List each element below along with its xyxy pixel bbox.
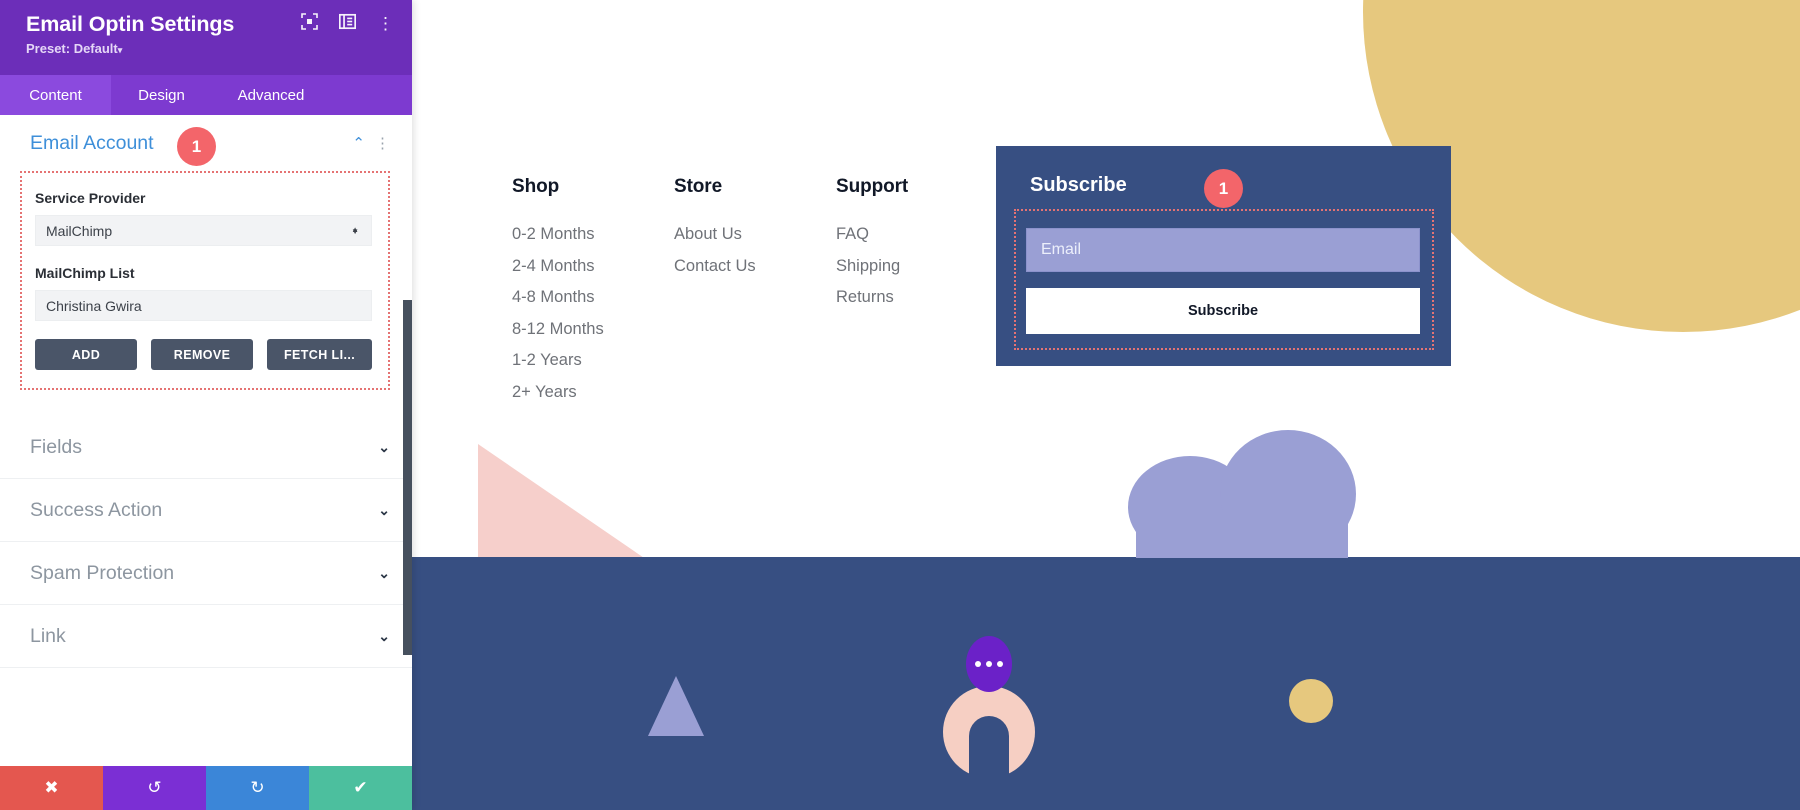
footer-column-heading: Support bbox=[836, 176, 909, 197]
mailchimp-list-label: MailChimp List bbox=[35, 265, 135, 281]
footer-link[interactable]: 8-12 Months bbox=[512, 314, 674, 346]
save-button[interactable]: ✔ bbox=[309, 766, 412, 810]
panel-scrollbar[interactable] bbox=[403, 300, 412, 655]
sidebar-section-link[interactable]: Link ⌄ bbox=[0, 605, 412, 668]
undo-button[interactable]: ↺ bbox=[103, 766, 206, 810]
decorative-cloud-shape bbox=[1128, 430, 1356, 558]
section-title: Fields bbox=[30, 435, 83, 458]
footer-link[interactable]: About Us bbox=[674, 219, 836, 251]
module-number-badge: 1 bbox=[1204, 169, 1243, 208]
footer-link-list: 0-2 Months 2-4 Months 4-8 Months 8-12 Mo… bbox=[512, 219, 674, 409]
footer-column-support: Support FAQ Shipping Returns bbox=[836, 176, 998, 409]
section-more-options-icon[interactable]: ⋮ bbox=[375, 134, 390, 152]
layout-icon[interactable] bbox=[338, 13, 357, 35]
section-title: Link bbox=[30, 624, 66, 647]
footer-background-band bbox=[410, 557, 1800, 810]
section-title: Email Account bbox=[30, 131, 154, 154]
service-provider-value: MailChimp bbox=[46, 222, 113, 239]
decorative-ellipsis-pill bbox=[966, 636, 1012, 692]
footer-link[interactable]: Shipping bbox=[836, 251, 998, 283]
footer-link-list: FAQ Shipping Returns bbox=[836, 219, 998, 314]
tab-content[interactable]: Content bbox=[0, 75, 111, 115]
select-stepper-icon: ▲ ▼ bbox=[351, 224, 359, 236]
chevron-down-icon: ⌄ bbox=[378, 627, 390, 644]
subscribe-submit-button[interactable]: Subscribe bbox=[1026, 288, 1420, 334]
module-settings-panel: Email Optin Settings Preset: Default▾ ⋮ … bbox=[0, 0, 412, 810]
section-title: Success Action bbox=[30, 498, 163, 521]
footer-column-heading: Store bbox=[674, 176, 723, 197]
decorative-small-yellow-circle bbox=[1289, 679, 1333, 723]
footer-link[interactable]: 1-2 Years bbox=[512, 345, 674, 377]
footer-column-heading: Shop bbox=[512, 176, 560, 197]
tab-design[interactable]: Design bbox=[111, 75, 212, 115]
cancel-button[interactable]: ✖ bbox=[0, 766, 103, 810]
footer-link-list: About Us Contact Us bbox=[674, 219, 836, 282]
service-provider-select[interactable]: MailChimp ▲ ▼ bbox=[35, 215, 372, 246]
footer-link[interactable]: 2-4 Months bbox=[512, 251, 674, 283]
section-title: Spam Protection bbox=[30, 561, 175, 584]
service-provider-label: Service Provider bbox=[35, 190, 146, 206]
footer-link[interactable]: 4-8 Months bbox=[512, 282, 674, 314]
chevron-down-icon: ▾ bbox=[117, 45, 123, 55]
chevron-up-icon[interactable]: ⌃ bbox=[352, 134, 365, 152]
settings-tabs: Content Design Advanced bbox=[0, 75, 412, 115]
footer-link[interactable]: 0-2 Months bbox=[512, 219, 674, 251]
panel-header-actions: ⋮ bbox=[301, 13, 394, 35]
more-options-icon[interactable]: ⋮ bbox=[377, 14, 394, 34]
section-number-badge: 1 bbox=[177, 127, 216, 166]
settings-panel-header: Email Optin Settings Preset: Default▾ ⋮ bbox=[0, 0, 412, 75]
screen: Shop 0-2 Months 2-4 Months 4-8 Months 8-… bbox=[0, 0, 1800, 810]
footer-link[interactable]: Returns bbox=[836, 282, 998, 314]
footer-column-shop: Shop 0-2 Months 2-4 Months 4-8 Months 8-… bbox=[512, 176, 674, 409]
settings-panel-footer: ✖ ↺ ↻ ✔ bbox=[0, 766, 412, 810]
settings-panel-body: Email Account ⌃ ⋮ Service Provider MailC… bbox=[0, 115, 412, 810]
fetch-lists-button[interactable]: FETCH LI... bbox=[267, 339, 372, 370]
tab-advanced[interactable]: Advanced bbox=[212, 75, 330, 115]
footer-link[interactable]: FAQ bbox=[836, 219, 998, 251]
footer-link[interactable]: 2+ Years bbox=[512, 377, 674, 409]
expand-icon[interactable] bbox=[301, 13, 318, 35]
chevron-down-icon: ⌄ bbox=[378, 564, 390, 581]
mailchimp-list-input[interactable]: Christina Gwira bbox=[35, 290, 372, 321]
chevron-down-icon: ⌄ bbox=[378, 438, 390, 455]
chevron-down-icon: ⌄ bbox=[378, 501, 390, 518]
decorative-pink-triangle bbox=[478, 444, 650, 562]
footer-link-columns: Shop 0-2 Months 2-4 Months 4-8 Months 8-… bbox=[512, 176, 998, 409]
list-action-buttons: ADD REMOVE FETCH LI... bbox=[35, 339, 372, 370]
email-input[interactable]: Email bbox=[1026, 228, 1420, 272]
sidebar-section-spam-protection[interactable]: Spam Protection ⌄ bbox=[0, 542, 412, 605]
footer-column-store: Store About Us Contact Us bbox=[674, 176, 836, 409]
sidebar-section-fields[interactable]: Fields ⌄ bbox=[0, 416, 412, 479]
remove-button[interactable]: REMOVE bbox=[151, 339, 254, 370]
preset-label: Preset: Default bbox=[26, 41, 118, 56]
footer-link[interactable]: Contact Us bbox=[674, 251, 836, 283]
add-button[interactable]: ADD bbox=[35, 339, 138, 370]
email-account-settings-group: Service Provider MailChimp ▲ ▼ MailChimp … bbox=[20, 171, 390, 390]
decorative-peach-circle bbox=[943, 686, 1035, 778]
sidebar-section-success-action[interactable]: Success Action ⌄ bbox=[0, 479, 412, 542]
preset-selector[interactable]: Preset: Default▾ bbox=[26, 41, 394, 56]
redo-button[interactable]: ↻ bbox=[206, 766, 309, 810]
